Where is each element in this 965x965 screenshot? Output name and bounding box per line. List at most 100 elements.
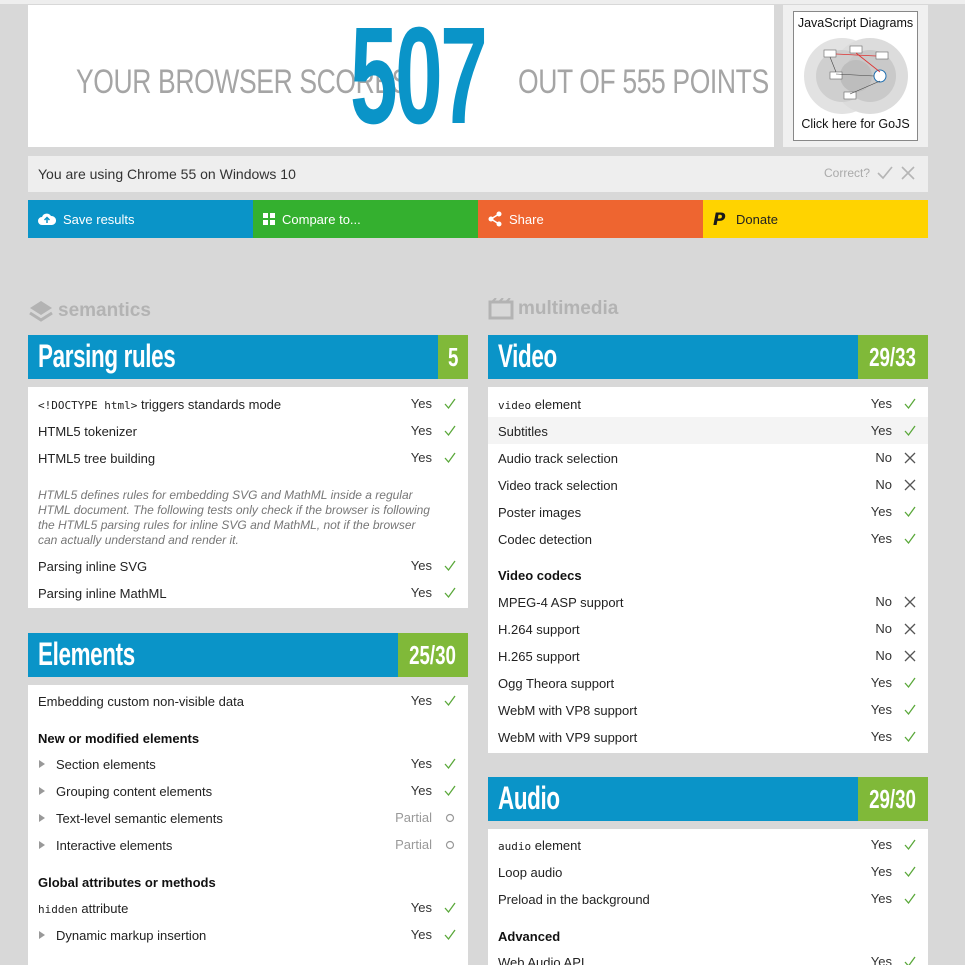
test-row: Embedding custom non-visible data Yes bbox=[28, 687, 468, 714]
check-icon bbox=[904, 398, 916, 410]
correct-prompt: Correct? bbox=[824, 165, 916, 181]
expand-arrow-icon[interactable] bbox=[39, 931, 45, 939]
test-row: hidden attribute Yes bbox=[28, 894, 468, 921]
expand-arrow-icon[interactable] bbox=[39, 760, 45, 768]
expandable-test-row[interactable]: Dynamic markup insertion Yes bbox=[28, 921, 468, 948]
layers-icon bbox=[29, 301, 53, 322]
ad-link[interactable]: Click here for GoJS bbox=[794, 117, 917, 131]
parsing-rules-title: Parsing rules bbox=[38, 338, 176, 374]
test-row: Ogg Theora support Yes bbox=[488, 669, 928, 696]
check-icon bbox=[904, 704, 916, 716]
test-row: Subtitles Yes bbox=[488, 417, 928, 444]
test-row: WebM with VP9 support Yes bbox=[488, 723, 928, 750]
compare-label: Compare to... bbox=[282, 211, 361, 227]
check-icon bbox=[444, 695, 456, 707]
paypal-icon: P bbox=[713, 210, 726, 228]
test-row: H.264 support No bbox=[488, 615, 928, 642]
parsing-rules-panel: <!DOCTYPE html> triggers standards mode Y… bbox=[28, 387, 468, 608]
share-icon bbox=[488, 211, 502, 227]
test-row: Video track selection No bbox=[488, 471, 928, 498]
check-icon bbox=[904, 677, 916, 689]
audio-header[interactable]: Audio 29/30 bbox=[488, 777, 928, 821]
group-heading: Advanced bbox=[498, 929, 561, 944]
cross-icon bbox=[904, 650, 916, 662]
check-icon bbox=[444, 425, 456, 437]
test-row: Parsing inline SVG Yes bbox=[28, 552, 468, 579]
test-row: audio element Yes bbox=[488, 831, 928, 858]
save-results-label: Save results bbox=[63, 211, 135, 227]
check-icon bbox=[904, 731, 916, 743]
group-heading: Video codecs bbox=[498, 568, 582, 583]
test-row: Parsing inline MathML Yes bbox=[28, 579, 468, 606]
ad-title: JavaScript Diagrams bbox=[797, 16, 914, 30]
check-icon bbox=[904, 425, 916, 437]
svg-text:P: P bbox=[713, 210, 726, 228]
category-multimedia: multimedia bbox=[488, 298, 618, 320]
expandable-test-row[interactable]: Grouping content elements Yes bbox=[28, 777, 468, 804]
browser-info-text: You are using Chrome 55 on Windows 10 bbox=[38, 166, 296, 182]
grid-icon bbox=[263, 213, 275, 225]
expand-arrow-icon[interactable] bbox=[39, 787, 45, 795]
expandable-test-row[interactable]: Section elements Yes bbox=[28, 750, 468, 777]
elements-score: 25/30 bbox=[398, 633, 468, 677]
check-icon bbox=[444, 560, 456, 572]
test-row: H.265 support No bbox=[488, 642, 928, 669]
correct-label: Correct? bbox=[823, 166, 870, 180]
check-icon bbox=[444, 452, 456, 464]
donate-button[interactable]: P Donate bbox=[703, 200, 928, 238]
group-heading: Global attributes or methods bbox=[38, 875, 216, 890]
audio-panel: audio element Yes Loop audio Yes Preload i… bbox=[488, 829, 928, 965]
cross-icon bbox=[904, 452, 916, 464]
audio-score: 29/30 bbox=[858, 777, 928, 821]
diagram-illustration bbox=[804, 38, 908, 114]
compare-button[interactable]: Compare to... bbox=[253, 200, 478, 238]
parsing-rules-header[interactable]: Parsing rules 5 bbox=[28, 335, 468, 379]
donate-label: Donate bbox=[736, 211, 778, 227]
check-icon bbox=[904, 866, 916, 878]
test-row: HTML5 tree building Yes bbox=[28, 444, 468, 471]
group-heading: New or modified elements bbox=[38, 731, 200, 746]
audio-title: Audio bbox=[498, 780, 560, 816]
ad-container[interactable]: JavaScript Diagrams Click here for GoJS bbox=[783, 5, 928, 147]
check-icon bbox=[444, 785, 456, 797]
check-icon bbox=[904, 506, 916, 518]
category-semantics: semantics bbox=[28, 298, 151, 324]
partial-circle-icon bbox=[445, 813, 455, 823]
test-row: MPEG-4 ASP support No bbox=[488, 588, 928, 615]
elements-header[interactable]: Elements 25/30 bbox=[28, 633, 468, 677]
cross-icon bbox=[904, 623, 916, 635]
check-icon bbox=[444, 587, 456, 599]
gojs-ad[interactable]: JavaScript Diagrams Click here for GoJS bbox=[793, 11, 918, 141]
save-results-button[interactable]: Save results bbox=[28, 200, 253, 238]
test-row: Preload in the background Yes bbox=[488, 885, 928, 912]
test-row: WebM with VP8 support Yes bbox=[488, 696, 928, 723]
expand-arrow-icon[interactable] bbox=[39, 814, 45, 822]
confirm-check-icon[interactable] bbox=[876, 165, 894, 181]
expandable-test-row[interactable]: Interactive elements Partial bbox=[28, 831, 468, 858]
film-icon bbox=[488, 298, 514, 320]
test-row: Poster images Yes bbox=[488, 498, 928, 525]
cross-icon bbox=[904, 596, 916, 608]
check-icon bbox=[444, 758, 456, 770]
video-title: Video bbox=[498, 338, 557, 374]
video-header[interactable]: Video 29/33 bbox=[488, 335, 928, 379]
elements-title: Elements bbox=[38, 636, 135, 672]
cloud-upload-icon bbox=[38, 213, 56, 225]
elements-panel: Embedding custom non-visible data Yes New… bbox=[28, 685, 468, 965]
check-icon bbox=[444, 929, 456, 941]
check-icon bbox=[904, 839, 916, 851]
check-icon bbox=[904, 533, 916, 545]
check-icon bbox=[904, 893, 916, 905]
expandable-test-row[interactable]: Text-level semantic elements Partial bbox=[28, 804, 468, 831]
check-icon bbox=[444, 398, 456, 410]
check-icon bbox=[444, 902, 456, 914]
partial-circle-icon bbox=[445, 840, 455, 850]
test-row: Audio track selection No bbox=[488, 444, 928, 471]
video-score: 29/33 bbox=[858, 335, 928, 379]
test-row: video element Yes bbox=[488, 390, 928, 417]
video-panel: video element Yes Subtitles Yes Audio trac… bbox=[488, 387, 928, 753]
reject-close-icon[interactable] bbox=[900, 165, 916, 181]
expand-arrow-icon[interactable] bbox=[39, 841, 45, 849]
check-icon bbox=[904, 956, 916, 965]
share-button[interactable]: Share bbox=[478, 200, 703, 238]
